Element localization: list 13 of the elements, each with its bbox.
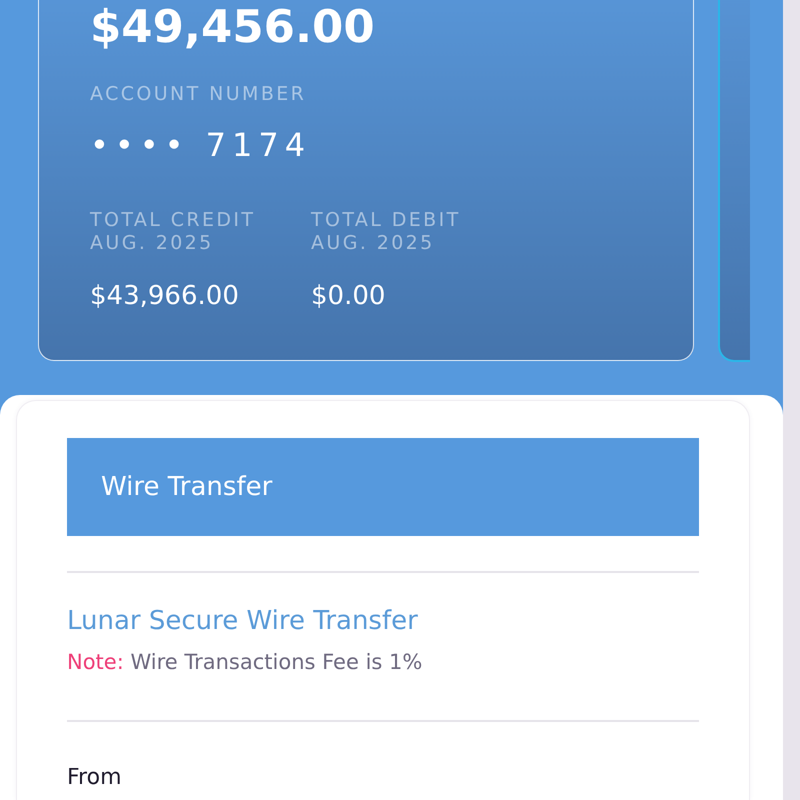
- total-period: AUG. 2025: [90, 232, 214, 255]
- balance-amount: $49,456.00: [90, 1, 375, 53]
- total-amount: $43,966.00: [90, 280, 239, 312]
- total-label: TOTAL DEBIT: [311, 209, 461, 232]
- total-period: AUG. 2025: [311, 232, 435, 255]
- account-number: •••• 7174: [90, 125, 312, 165]
- transfer-title: Lunar Secure Wire Transfer: [67, 605, 418, 637]
- account-number-label: ACCOUNT NUMBER: [90, 83, 306, 106]
- section-header: Wire Transfer: [67, 438, 699, 536]
- fee-note: Note: Wire Transactions Fee is 1%: [67, 649, 422, 676]
- total-amount: $0.00: [311, 280, 386, 312]
- total-label: TOTAL CREDIT: [90, 209, 256, 232]
- from-label: From: [67, 764, 122, 792]
